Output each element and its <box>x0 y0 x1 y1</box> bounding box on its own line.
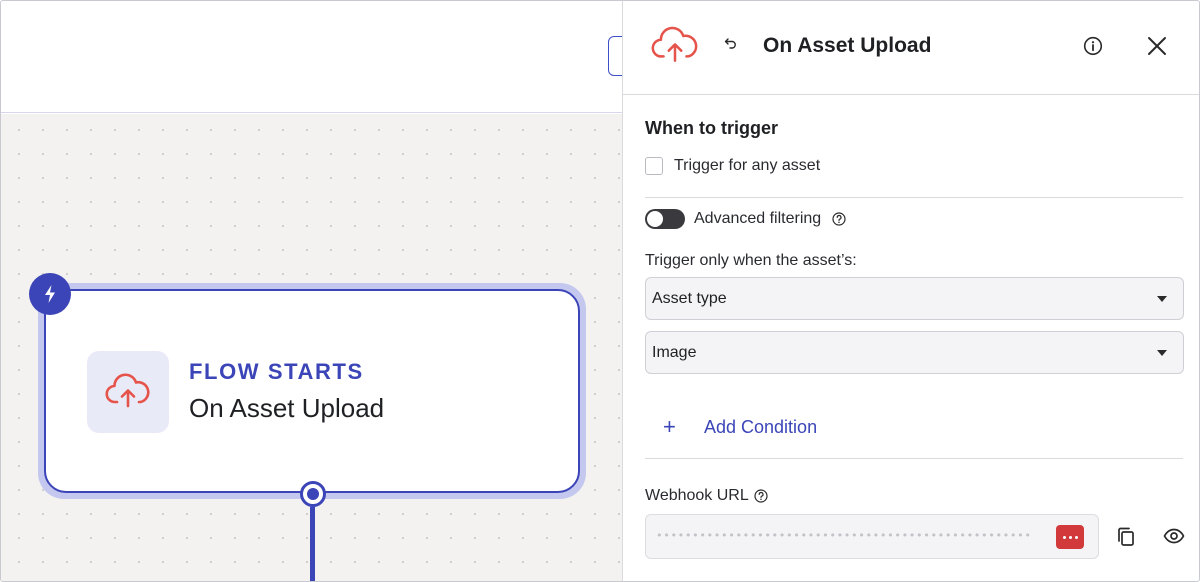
divider <box>645 458 1183 459</box>
plus-icon: + <box>663 414 676 439</box>
trigger-any-asset-checkbox[interactable] <box>645 157 663 175</box>
trigger-settings-panel: On Asset Upload When to trigger Trigger … <box>622 1 1199 581</box>
eye-icon[interactable] <box>1163 528 1185 544</box>
webhook-url-field[interactable]: ••••••••••••••••••••••••••••••••••••••••… <box>645 514 1099 559</box>
condition-value-value: Image <box>652 344 697 361</box>
node-icon-tile <box>87 351 169 433</box>
trigger-badge <box>29 273 71 315</box>
help-icon[interactable] <box>754 489 768 503</box>
info-icon[interactable] <box>1083 36 1103 56</box>
condition-value-select[interactable]: Image <box>645 331 1184 374</box>
filter-caption: Trigger only when the asset’s: <box>645 252 857 269</box>
app-window: FLOW STARTS On Asset Upload On Asset Upl… <box>0 0 1200 582</box>
panel-header: On Asset Upload <box>623 1 1199 95</box>
node-output-port[interactable] <box>300 481 326 507</box>
help-icon[interactable] <box>832 212 846 226</box>
condition-field-value: Asset type <box>652 290 727 307</box>
add-condition-label: Add Condition <box>704 416 818 437</box>
add-condition-button[interactable]: + Add Condition <box>663 415 817 439</box>
condition-field-select[interactable]: Asset type <box>645 277 1184 320</box>
flow-start-node[interactable]: FLOW STARTS On Asset Upload <box>44 289 580 493</box>
password-manager-icon[interactable] <box>1056 525 1084 549</box>
lightning-bolt-icon <box>45 285 55 303</box>
trigger-any-asset-label[interactable]: Trigger for any asset <box>674 157 820 175</box>
caret-down-icon <box>1157 350 1167 356</box>
panel-title: On Asset Upload <box>763 34 932 57</box>
undo-icon[interactable] <box>721 35 741 57</box>
copy-icon[interactable] <box>1117 527 1135 547</box>
caret-down-icon <box>1157 296 1167 302</box>
node-kicker: FLOW STARTS <box>189 359 364 384</box>
section-heading-when-to-trigger: When to trigger <box>645 118 778 138</box>
close-icon[interactable] <box>1147 36 1167 56</box>
webhook-url-masked: ••••••••••••••••••••••••••••••••••••••••… <box>656 529 1032 542</box>
connector-line <box>310 507 315 581</box>
divider <box>645 197 1183 198</box>
canvas-toolbar <box>1 1 623 113</box>
cloud-upload-icon <box>105 373 150 408</box>
advanced-filtering-label: Advanced filtering <box>694 210 822 227</box>
node-title: On Asset Upload <box>189 393 385 423</box>
cloud-upload-icon <box>651 26 698 62</box>
webhook-url-label: Webhook URL <box>645 487 749 504</box>
advanced-filtering-toggle[interactable] <box>645 209 685 229</box>
